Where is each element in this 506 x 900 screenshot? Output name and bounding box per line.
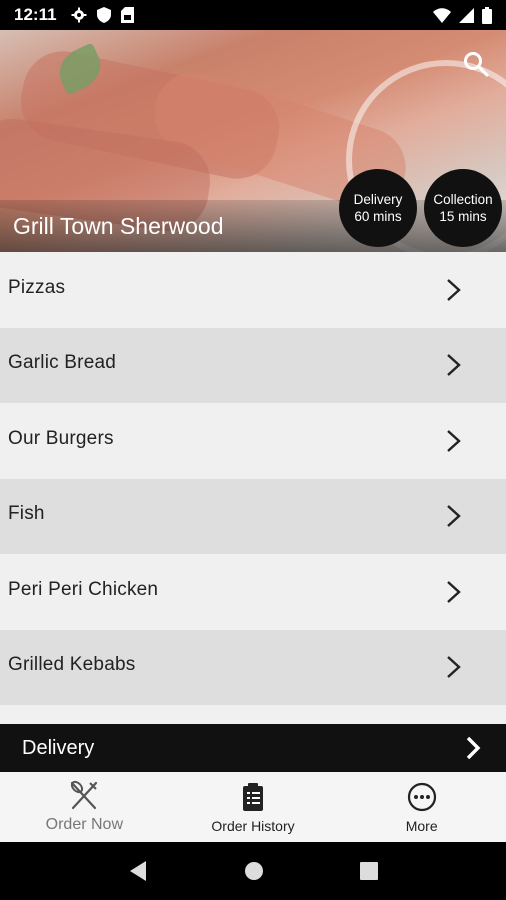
category-item-grilled-kebabs[interactable]: Grilled Kebabs [0,629,506,705]
nav-label: Order Now [45,816,124,833]
delivery-badge-label: Delivery [353,192,403,207]
chevron-right-icon [447,278,461,301]
category-label: Pizzas [8,276,66,298]
recents-icon[interactable] [360,862,378,880]
search-icon[interactable] [462,50,490,78]
category-label: Grilled Kebabs [8,654,136,676]
category-item-our-burgers[interactable]: Our Burgers [0,403,506,479]
category-label: Fish [8,503,45,525]
delivery-time-badge: Delivery 60 mins [339,169,417,247]
chevron-right-icon [466,736,481,760]
category-item-peri-peri-chicken[interactable]: Peri Peri Chicken [0,554,506,630]
status-time: 12:11 [14,5,57,24]
chevron-right-icon [447,354,461,377]
nav-label: Order History [211,818,295,834]
chevron-right-icon [447,429,461,452]
delivery-mode-label: Delivery [22,736,95,759]
delivery-badge-time: 60 mins [354,209,402,224]
chevron-right-icon [447,580,461,603]
category-label: Our Burgers [8,427,114,449]
battery-icon [482,6,492,24]
nav-label: More [405,818,438,834]
category-item-pizzas[interactable]: Pizzas [0,252,506,328]
sim-icon [120,7,134,23]
status-bar: 12:11 [0,0,506,30]
clipboard-icon [243,783,263,811]
signal-icon [459,7,474,23]
bottom-navigation: Order Now Order History More [0,772,506,842]
category-label: Garlic Bread [8,352,116,374]
chevron-right-icon [447,656,461,679]
nav-order-history[interactable]: Order History [169,772,338,842]
collection-badge-time: 15 mins [439,209,487,224]
nav-order-now[interactable]: Order Now [0,772,169,842]
list-tail [0,705,506,724]
system-navigation-bar [0,842,506,900]
wifi-icon [433,7,451,23]
category-label: Peri Peri Chicken [8,578,159,600]
restaurant-name: Grill Town Sherwood [13,213,224,239]
collection-time-badge: Collection 15 mins [424,169,502,247]
nav-more[interactable]: More [337,772,506,842]
fork-knife-icon [71,780,98,810]
shield-icon [96,7,111,23]
restaurant-header: Grill Town Sherwood Delivery 60 mins Col… [0,30,506,252]
category-item-fish[interactable]: Fish [0,478,506,554]
collection-badge-label: Collection [433,192,493,207]
gear-icon [71,7,87,23]
category-list: Pizzas Garlic Bread Our Burgers Fish Per… [0,252,506,724]
category-item-garlic-bread[interactable]: Garlic Bread [0,327,506,403]
more-icon [407,782,436,812]
delivery-mode-bar[interactable]: Delivery [0,724,506,772]
chevron-right-icon [447,505,461,528]
back-icon[interactable] [128,860,148,882]
home-icon[interactable] [244,861,264,881]
